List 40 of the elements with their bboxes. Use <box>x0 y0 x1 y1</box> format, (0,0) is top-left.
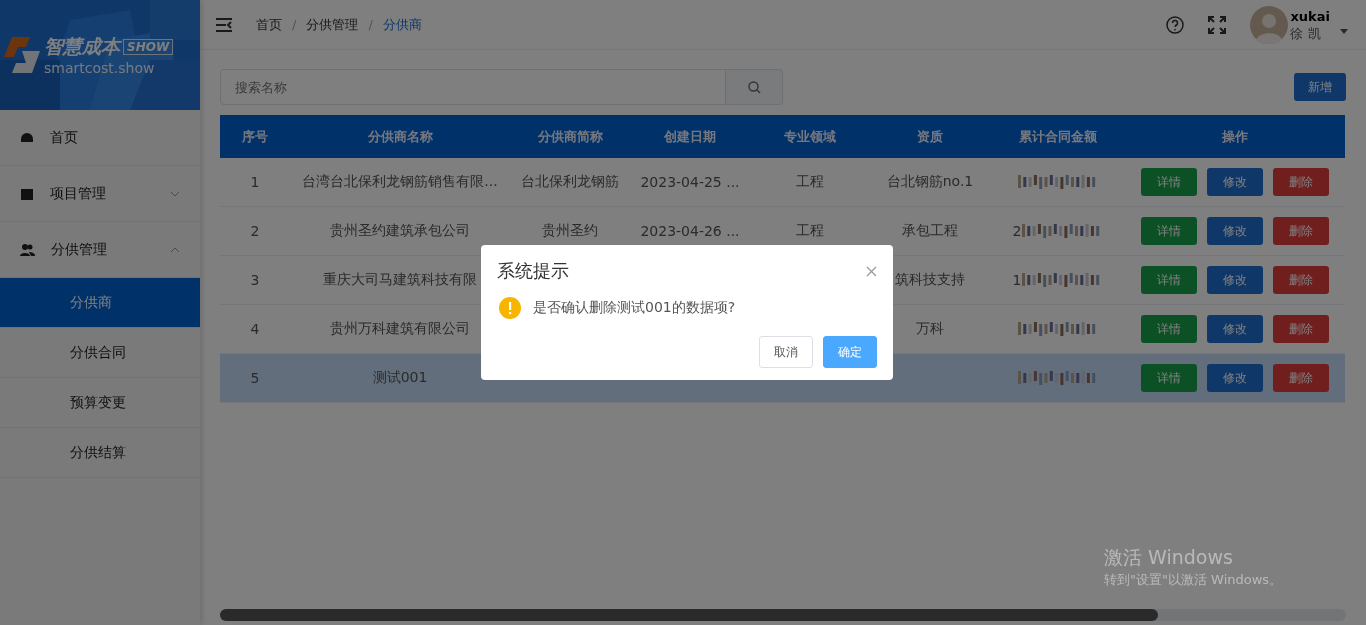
breadcrumb-separator: / <box>368 17 373 32</box>
table-cell: 2023-04-26 ... <box>640 223 740 239</box>
table-cell: 2 <box>1012 223 1022 239</box>
table-cell: 4 <box>250 321 260 337</box>
logo-badge: SHOW <box>123 39 174 55</box>
breadcrumb-separator: / <box>292 17 297 32</box>
table-cell: 1 <box>1012 272 1022 288</box>
table-cell: 2 <box>250 223 260 239</box>
table-cell: 筑科技支持 <box>895 271 965 289</box>
table-cell: 承包工程 <box>902 222 958 240</box>
table-cell: 万科 <box>916 320 944 338</box>
table-cell: 贵州圣约建筑承包公司 <box>330 222 470 240</box>
table-cell: 台湾台北保利龙钢筋销售有限... <box>302 173 498 191</box>
column-header: 资质 <box>917 127 943 146</box>
column-header: 专业领域 <box>784 127 836 146</box>
table-cell: 贵州万科建筑有限公司 <box>330 320 470 338</box>
column-header: 累计合同金额 <box>1018 127 1097 146</box>
table-cell: 1 <box>250 174 260 190</box>
table-cell: 2023-04-25 ... <box>640 174 740 190</box>
table-cell: 3 <box>250 272 260 288</box>
table-cell: 工程 <box>796 222 824 240</box>
table-cell: 贵州圣约 <box>542 222 598 240</box>
column-header: 操作 <box>1222 127 1248 146</box>
column-header: 分供商名称 <box>367 127 433 146</box>
activation-title: 激活 Windows <box>1104 545 1234 570</box>
table-cell: 测试001 <box>372 369 428 387</box>
table-cell: 工程 <box>796 173 824 191</box>
user-name: xukai <box>1290 7 1330 25</box>
table-cell: 台北保利龙钢筋 <box>521 173 619 191</box>
column-header: 分供商简称 <box>537 127 603 146</box>
column-header: 序号 <box>242 127 268 146</box>
user-display-name: 徐 凯 <box>1290 24 1322 42</box>
table-cell: 5 <box>250 370 260 386</box>
dialog-title: 系统提示 <box>497 259 569 283</box>
dialog-message: 是否确认删除测试001的数据项? <box>533 299 736 317</box>
logo-domain: smartcost.show <box>44 60 156 76</box>
column-header: 创建日期 <box>664 127 716 146</box>
table-cell: 重庆大司马建筑科技有限 <box>323 271 477 289</box>
logo-title: 智慧成本 <box>44 34 120 59</box>
table-cell: 台北钢筋no.1 <box>886 173 974 191</box>
